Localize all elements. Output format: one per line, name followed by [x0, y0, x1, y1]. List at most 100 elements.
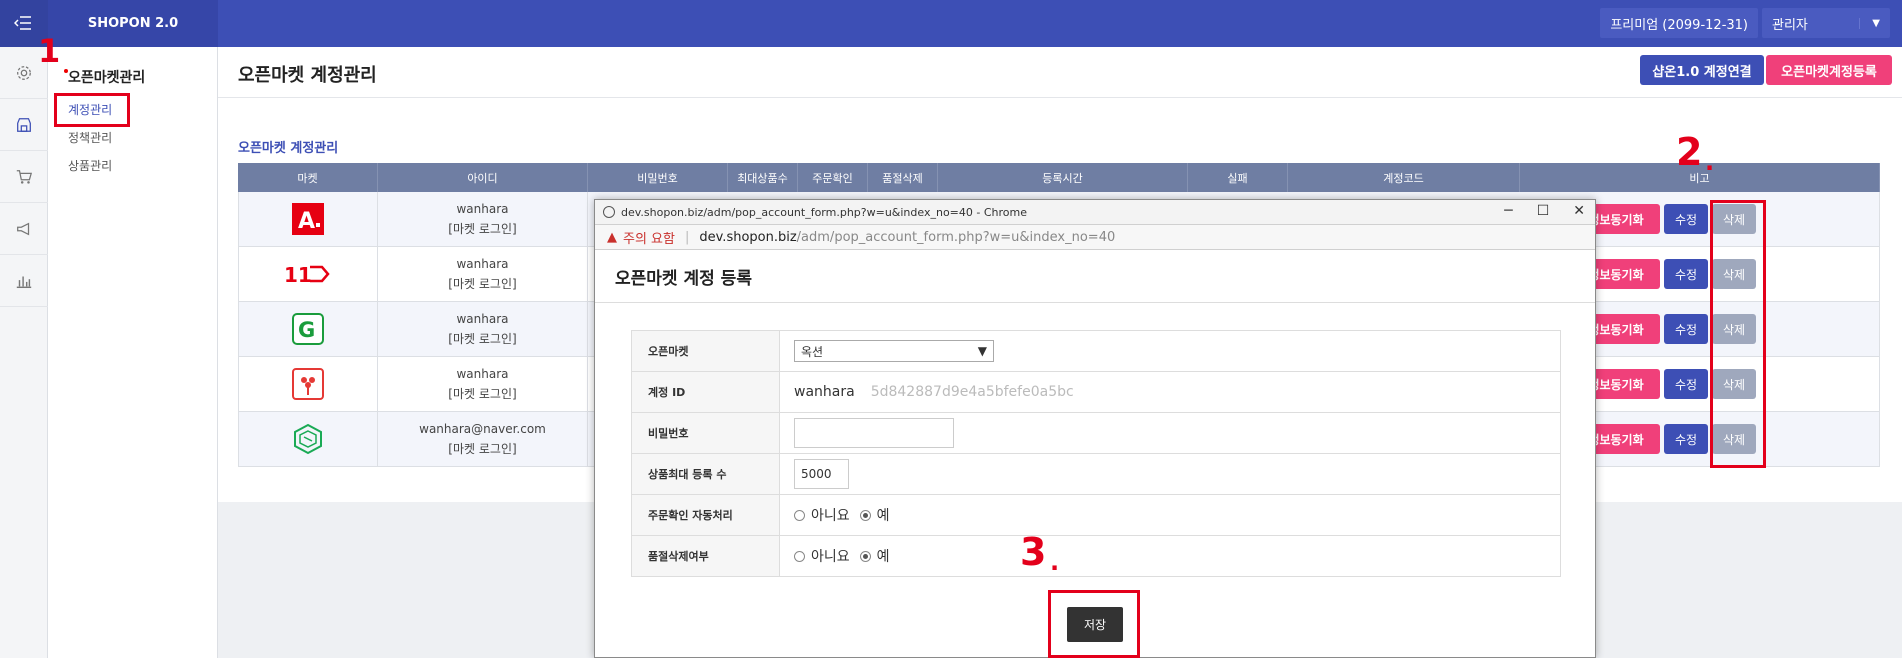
register-account-button[interactable]: 오픈마켓계정등록 [1766, 55, 1892, 85]
radio-label-no: 아니요 [811, 549, 850, 565]
market-cell [239, 412, 378, 466]
annotation-dot-2: . [1705, 148, 1715, 176]
password-field[interactable] [794, 418, 954, 448]
annotation-step-2: 2 [1676, 130, 1703, 174]
sidebar-icon-market[interactable] [0, 99, 48, 151]
section-title: 오픈마켓 계정관리 [238, 141, 339, 156]
col-failure: 실패 [1188, 163, 1288, 192]
form-row-account: 계정 ID wanhara 5d842887d9e4a5bfefe0a5bc [631, 372, 1561, 413]
form-row-soldout: 품절삭제여부 아니요 예 [631, 536, 1561, 577]
table-header: 마켓 아이디 비밀번호 최대상품수 주문확인 품절삭제 등록시간 실패 계정코드… [238, 163, 1880, 192]
popup-url-bar[interactable]: ▲ 주의 요함 | dev.shopon.biz/adm/pop_account… [595, 225, 1595, 250]
max-products-label: 상품최대 등록 수 [632, 454, 780, 494]
popup-heading: 오픈마켓 계정 등록 [595, 250, 1595, 303]
market-cell: 11 [239, 247, 378, 301]
radio-label-no: 아니요 [811, 508, 850, 524]
soldout-yes-radio[interactable]: 예 [859, 546, 890, 566]
account-code-value: 5d842887d9e4a5bfefe0a5bc [870, 384, 1074, 400]
edit-button[interactable]: 수정 [1664, 424, 1708, 454]
gmarket-logo-icon: G [292, 313, 324, 345]
market-selected-value: 옥션 [801, 344, 824, 359]
sidebar-icon-orders[interactable] [0, 151, 48, 203]
radio-off-icon [794, 550, 805, 562]
account-form: 오픈마켓 옥션 ▼ 계정 ID wanhara 5d842887d9e4a5bf… [631, 330, 1561, 577]
dropdown-arrow-icon: ▼ [977, 344, 987, 358]
soldout-label: 품절삭제여부 [632, 536, 780, 576]
market-cell [239, 357, 378, 411]
col-max-products: 최대상품수 [728, 163, 798, 192]
brand-logo[interactable]: SHOPON 2.0 [48, 0, 218, 47]
bar-chart-icon [16, 276, 32, 288]
security-warning[interactable]: 주의 요함 [623, 228, 675, 247]
form-row-password: 비밀번호 [631, 413, 1561, 454]
cart-icon [16, 169, 33, 184]
form-row-max: 상품최대 등록 수 5000 [631, 454, 1561, 495]
megaphone-icon [17, 222, 30, 235]
sidebar-item-policy[interactable]: 정책관리 [68, 129, 112, 146]
soldout-value-cell: 아니요 예 [780, 536, 1560, 576]
user-menu[interactable]: 관리자 ▼ [1762, 8, 1890, 38]
auction-logo-icon: A [292, 203, 324, 235]
annotation-box-save [1048, 590, 1140, 658]
sidebar-icon-stats[interactable] [0, 255, 48, 307]
nav-category: 오픈마켓관리 [64, 67, 145, 87]
gear-icon [17, 65, 31, 80]
category-dot [64, 69, 68, 73]
max-products-value-cell: 5000 [780, 454, 1560, 494]
edit-button[interactable]: 수정 [1664, 204, 1708, 234]
popup-titlebar: dev.shopon.biz/adm/pop_account_form.php?… [595, 200, 1595, 225]
account-id: wanhara@naver.com [419, 422, 546, 436]
minimize-icon[interactable]: ─ [1504, 203, 1512, 219]
svg-text:G: G [298, 318, 315, 342]
col-password: 비밀번호 [588, 163, 728, 192]
id-cell: wanhara [마켓 로그인] [378, 192, 588, 246]
max-products-input[interactable]: 5000 [794, 459, 849, 489]
market-select[interactable]: 옥션 ▼ [794, 340, 994, 362]
account-label: 계정 ID [632, 372, 780, 412]
order-confirm-value-cell: 아니요 예 [780, 495, 1560, 535]
warning-triangle-icon: ▲ [607, 229, 617, 245]
market-login-link[interactable]: [마켓 로그인] [448, 439, 516, 459]
annotation-box-account [54, 93, 130, 127]
order-confirm-no-radio[interactable]: 아니요 [794, 505, 850, 525]
account-id-value: wanhara [794, 384, 855, 400]
chevron-down-icon[interactable]: ▼ [1859, 17, 1880, 29]
edit-button[interactable]: 수정 [1664, 314, 1708, 344]
col-market: 마켓 [238, 163, 378, 192]
order-confirm-yes-radio[interactable]: 예 [859, 505, 890, 525]
sidebar-icon-promotion[interactable] [0, 203, 48, 255]
market-value-cell: 옥션 ▼ [780, 331, 1560, 371]
edit-button[interactable]: 수정 [1664, 259, 1708, 289]
maximize-icon[interactable]: ☐ [1537, 203, 1550, 219]
market-login-link[interactable]: [마켓 로그인] [448, 384, 516, 404]
soldout-no-radio[interactable]: 아니요 [794, 546, 850, 566]
market-login-link[interactable]: [마켓 로그인] [448, 219, 516, 239]
shop-icon [17, 117, 31, 132]
id-cell: wanhara [마켓 로그인] [378, 357, 588, 411]
col-soldout-delete: 품절삭제 [868, 163, 938, 192]
col-order-confirm: 주문확인 [798, 163, 868, 192]
plan-badge[interactable]: 프리미엄 (2099-12-31) [1600, 8, 1758, 38]
col-account-code: 계정코드 [1288, 163, 1520, 192]
market-login-link[interactable]: [마켓 로그인] [448, 274, 516, 294]
menu-collapse-icon[interactable] [14, 15, 32, 31]
account-id: wanhara [456, 257, 509, 271]
user-name: 관리자 [1772, 17, 1808, 33]
edit-button[interactable]: 수정 [1664, 369, 1708, 399]
account-id: wanhara [456, 202, 509, 216]
radio-label-yes: 예 [876, 549, 890, 565]
account-id: wanhara [456, 312, 509, 326]
account-value-cell: wanhara 5d842887d9e4a5bfefe0a5bc [780, 372, 1560, 412]
account-id: wanhara [456, 367, 509, 381]
id-cell: wanhara [마켓 로그인] [378, 247, 588, 301]
link-shopon1-button[interactable]: 샵온1.0 계정연결 [1640, 55, 1764, 85]
radio-on-icon [859, 550, 871, 562]
radio-label-yes: 예 [876, 508, 890, 524]
market-label: 오픈마켓 [632, 331, 780, 371]
market-login-link[interactable]: [마켓 로그인] [448, 329, 516, 349]
globe-icon [603, 206, 615, 218]
close-icon[interactable]: ✕ [1573, 203, 1585, 219]
title-divider [218, 97, 1902, 98]
sidebar-item-products[interactable]: 상품관리 [68, 157, 112, 174]
order-confirm-label: 주문확인 자동처리 [632, 495, 780, 535]
